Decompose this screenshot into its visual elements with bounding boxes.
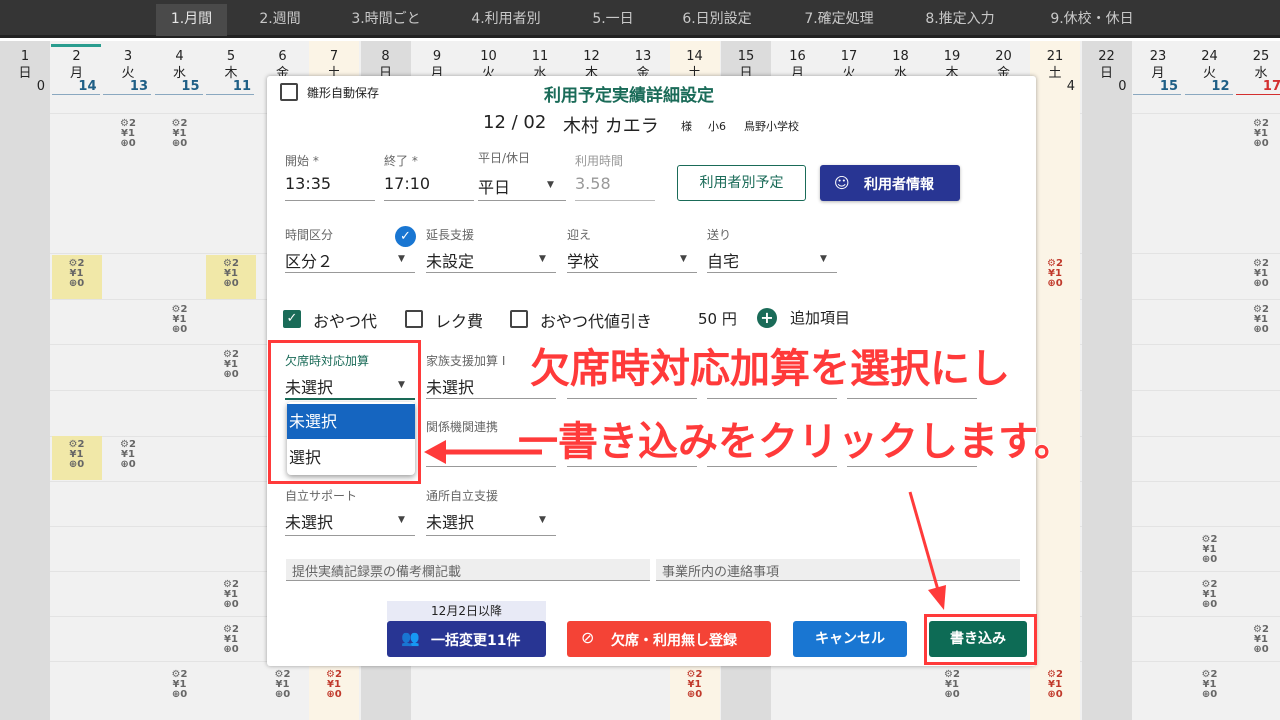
annotation-arrows xyxy=(424,440,946,610)
down-arrow-icon xyxy=(908,491,946,610)
left-arrow-icon xyxy=(424,440,542,464)
